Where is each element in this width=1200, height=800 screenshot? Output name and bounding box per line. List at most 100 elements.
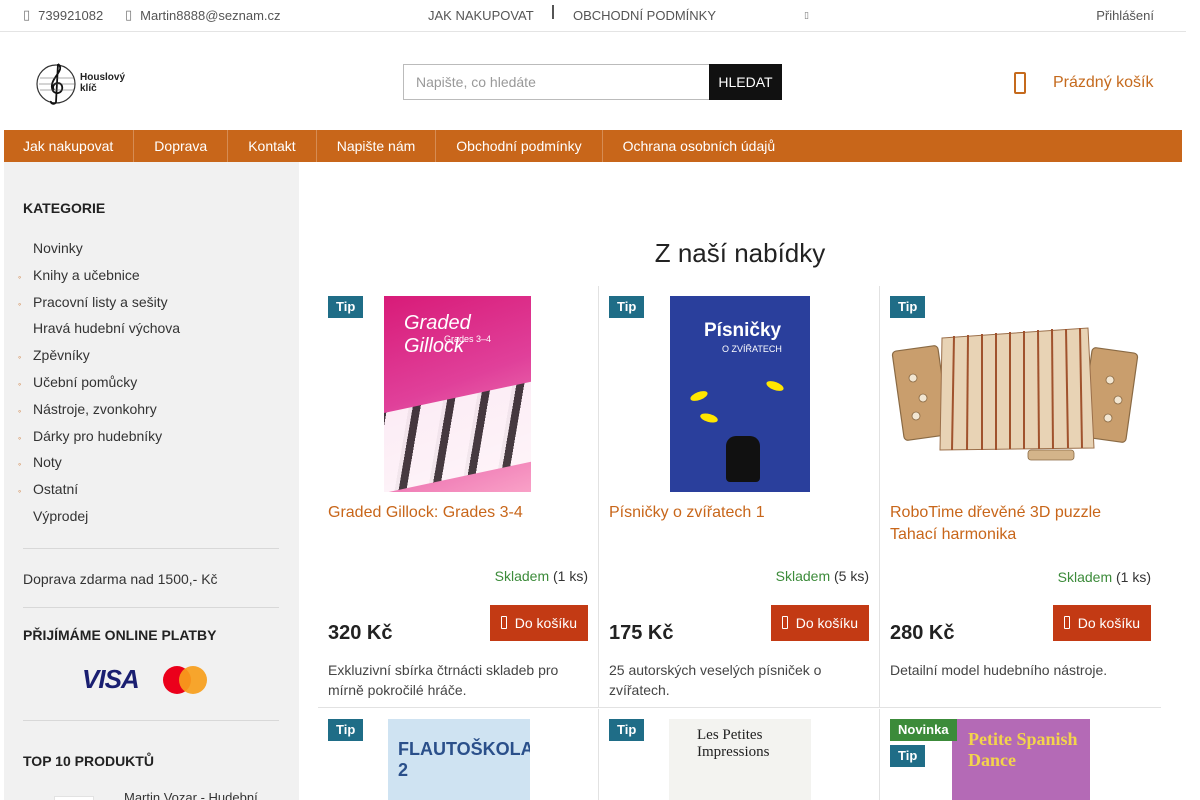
topbar-link-how-to-buy[interactable]: JAK NAKUPOVAT bbox=[428, 8, 534, 23]
gear-icon[interactable]: ▯ bbox=[804, 10, 809, 21]
stock-info: Skladem (1 ks) bbox=[1057, 569, 1151, 585]
cart-button-icon bbox=[500, 616, 507, 629]
logo-text: Houslový klíč bbox=[80, 72, 126, 94]
category-item[interactable]: ◦ Dárky pro hudebníky bbox=[18, 426, 280, 453]
product-price: 175 Kč bbox=[609, 622, 674, 644]
main-nav: Jak nakupovat Doprava Kontakt Napište ná… bbox=[4, 130, 1182, 162]
mail-icon: ▯ bbox=[125, 7, 133, 22]
sidebar-divider bbox=[23, 548, 279, 549]
page: ▯ 739921082 ▯ Martin8888@seznam.cz JAK N… bbox=[0, 0, 1200, 800]
product-price: 280 Kč bbox=[890, 622, 955, 644]
tip-badge: Tip bbox=[609, 296, 645, 318]
cart[interactable]: Prázdný košík bbox=[1014, 72, 1153, 94]
logo[interactable]: Houslový klíč bbox=[36, 60, 125, 106]
category-item[interactable]: ◦ Pracovní listy a sešity bbox=[18, 292, 280, 319]
category-label: Novinky bbox=[33, 240, 83, 256]
search-button[interactable]: HLEDAT bbox=[709, 64, 782, 100]
add-to-cart-button[interactable]: Do košíku bbox=[770, 605, 869, 641]
product-title[interactable]: Písničky o zvířatech 1 bbox=[609, 502, 859, 524]
nav-item-terms[interactable]: Obchodní podmínky bbox=[436, 130, 603, 162]
category-label: Noty bbox=[33, 454, 62, 471]
tip-badge: Tip bbox=[890, 296, 926, 318]
product-card[interactable]: FLAUTOŠKOLA 2 Tip bbox=[318, 709, 599, 800]
email-contact[interactable]: ▯ Martin8888@seznam.cz bbox=[125, 7, 281, 23]
category-label: Učební pomůcky bbox=[33, 373, 138, 390]
product-image[interactable]: FLAUTOŠKOLA 2 bbox=[388, 719, 530, 800]
visa-logo: VISA bbox=[82, 664, 140, 694]
category-label: Knihy a učebnice bbox=[33, 266, 140, 283]
product-card[interactable]: Graded Gillock Grades 3–4 Tip Graded Gil… bbox=[318, 286, 599, 708]
search-input[interactable] bbox=[403, 64, 709, 100]
category-label: Zpěvníky bbox=[33, 347, 90, 364]
category-item[interactable]: ◦ Noty bbox=[18, 452, 280, 479]
nav-item-contact[interactable]: Kontakt bbox=[228, 130, 317, 162]
login-link[interactable]: Přihlášení bbox=[1096, 8, 1154, 23]
category-item[interactable]: Výprodej bbox=[18, 506, 280, 533]
product-card[interactable]: Les Petites Impressions Tip bbox=[599, 709, 880, 800]
bullet-icon: ◦ bbox=[18, 378, 22, 389]
category-label: Ostatní bbox=[33, 481, 79, 498]
nav-item-privacy[interactable]: Ochrana osobních údajů bbox=[603, 130, 796, 162]
product-price: 320 Kč bbox=[328, 622, 393, 644]
topbar-separator bbox=[552, 5, 554, 19]
treble-clef-logo-icon bbox=[36, 63, 76, 105]
tip-badge: Tip bbox=[328, 719, 364, 741]
top-products-title: TOP 10 PRODUKTŮ bbox=[23, 753, 154, 769]
shipping-note: Doprava zdarma nad 1500,- Kč bbox=[23, 571, 218, 587]
payment-cards: VISA bbox=[82, 664, 207, 695]
cart-label: Prázdný košík bbox=[1053, 74, 1154, 91]
product-image[interactable]: Písničky O ZVÍŘATECH bbox=[670, 296, 810, 492]
product-title[interactable]: Graded Gillock: Grades 3-4 bbox=[328, 502, 578, 524]
nav-item-shipping[interactable]: Doprava bbox=[134, 130, 229, 162]
category-item[interactable]: ◦ Zpěvníky bbox=[18, 345, 280, 372]
product-image[interactable] bbox=[888, 298, 1142, 468]
new-badge: Novinka bbox=[890, 719, 957, 741]
product-image[interactable]: Petite Spanish Dance bbox=[952, 719, 1090, 800]
sidebar-divider bbox=[23, 607, 279, 608]
bullet-icon: ◦ bbox=[18, 486, 22, 497]
category-label: Pracovní listy a sešity bbox=[33, 293, 168, 310]
category-item[interactable]: ◦ Nástroje, zvonkohry bbox=[18, 399, 280, 426]
product-description: Detailní model hudebního nástroje. bbox=[890, 662, 1108, 678]
bullet-icon: ◦ bbox=[18, 271, 22, 282]
add-to-cart-button[interactable]: Do košíku bbox=[1052, 605, 1151, 641]
cart-icon bbox=[1014, 72, 1026, 94]
product-title[interactable]: RoboTime dřevěné 3D puzzle Tahací harmon… bbox=[890, 502, 1140, 546]
bullet-icon: ◦ bbox=[18, 352, 22, 363]
tip-badge: Tip bbox=[328, 296, 364, 318]
phone-icon: ▯ bbox=[23, 7, 31, 22]
stock-info: Skladem (1 ks) bbox=[494, 568, 588, 584]
sidebar: KATEGORIE Novinky ◦ Knihy a učebnice ◦ Praco… bbox=[4, 162, 299, 800]
category-label: Výprodej bbox=[33, 507, 89, 524]
categories-title: KATEGORIE bbox=[23, 200, 106, 216]
add-to-cart-button[interactable]: Do košíku bbox=[489, 605, 588, 641]
bullet-icon: ◦ bbox=[18, 405, 22, 416]
sidebar-divider bbox=[23, 720, 279, 721]
email-address: Martin8888@seznam.cz bbox=[140, 7, 281, 23]
payments-title: PŘIJÍMÁME ONLINE PLATBY bbox=[23, 627, 217, 643]
product-card[interactable]: Tip RoboTime dřevěné 3D puzzle Tahací ha… bbox=[880, 286, 1161, 708]
page-title: Z naší nabídky bbox=[654, 238, 826, 268]
category-item[interactable]: Hravá hudební výchova bbox=[18, 318, 280, 345]
bullet-icon: ◦ bbox=[18, 298, 22, 309]
product-card[interactable]: Petite Spanish Dance Novinka Tip bbox=[880, 709, 1161, 800]
tip-badge: Tip bbox=[890, 745, 926, 767]
search-form: HLEDAT bbox=[403, 64, 782, 100]
phone-contact[interactable]: ▯ 739921082 bbox=[23, 7, 103, 23]
top-product-item[interactable]: Martin Vozar - Hudební bbox=[54, 790, 258, 800]
phone-number: 739921082 bbox=[38, 7, 104, 23]
product-image[interactable]: Les Petites Impressions bbox=[669, 719, 811, 800]
nav-item-how-to-buy[interactable]: Jak nakupovat bbox=[4, 130, 135, 162]
category-item[interactable]: ◦ Knihy a učebnice bbox=[18, 265, 280, 292]
product-image[interactable]: Graded Gillock Grades 3–4 bbox=[384, 296, 531, 492]
bullet-icon: ◦ bbox=[18, 459, 22, 470]
product-description: Exkluzivní sbírka čtrnácti skladeb pro m… bbox=[328, 662, 559, 698]
category-label: Hravá hudební výchova bbox=[33, 320, 181, 337]
topbar-link-terms[interactable]: OBCHODNÍ PODMÍNKY bbox=[573, 8, 716, 23]
category-item[interactable]: Novinky bbox=[18, 238, 280, 265]
top-product-name: Martin Vozar - Hudební bbox=[124, 790, 258, 800]
category-item[interactable]: ◦ Učební pomůcky bbox=[18, 372, 280, 399]
product-card[interactable]: Písničky O ZVÍŘATECH Tip Písničky o zvíř… bbox=[599, 286, 880, 708]
category-item[interactable]: ◦ Ostatní bbox=[18, 479, 280, 506]
nav-item-write-us[interactable]: Napište nám bbox=[317, 130, 437, 162]
